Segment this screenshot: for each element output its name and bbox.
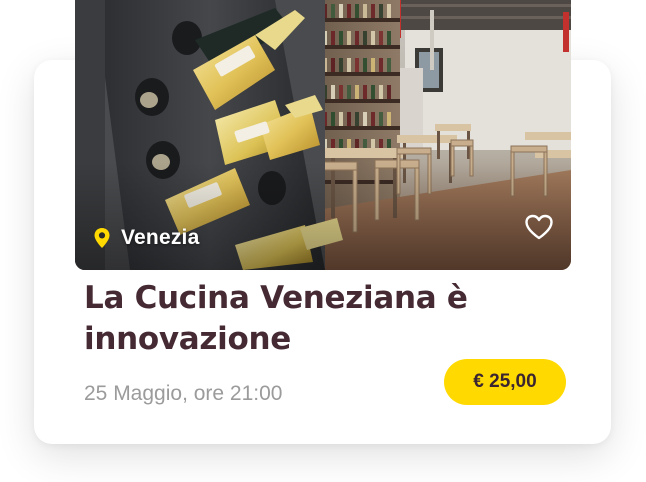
heart-outline-icon[interactable]: [524, 214, 554, 240]
map-pin-icon: [94, 228, 110, 248]
location-label: Venezia: [93, 226, 199, 250]
event-photo[interactable]: Venezia: [75, 0, 571, 270]
price-badge[interactable]: € 25,00: [444, 359, 566, 405]
event-title[interactable]: La Cucina Veneziana è innovazione: [84, 278, 524, 360]
location-text: Venezia: [121, 226, 200, 249]
event-date: 25 Maggio, ore 21:00: [84, 382, 283, 405]
